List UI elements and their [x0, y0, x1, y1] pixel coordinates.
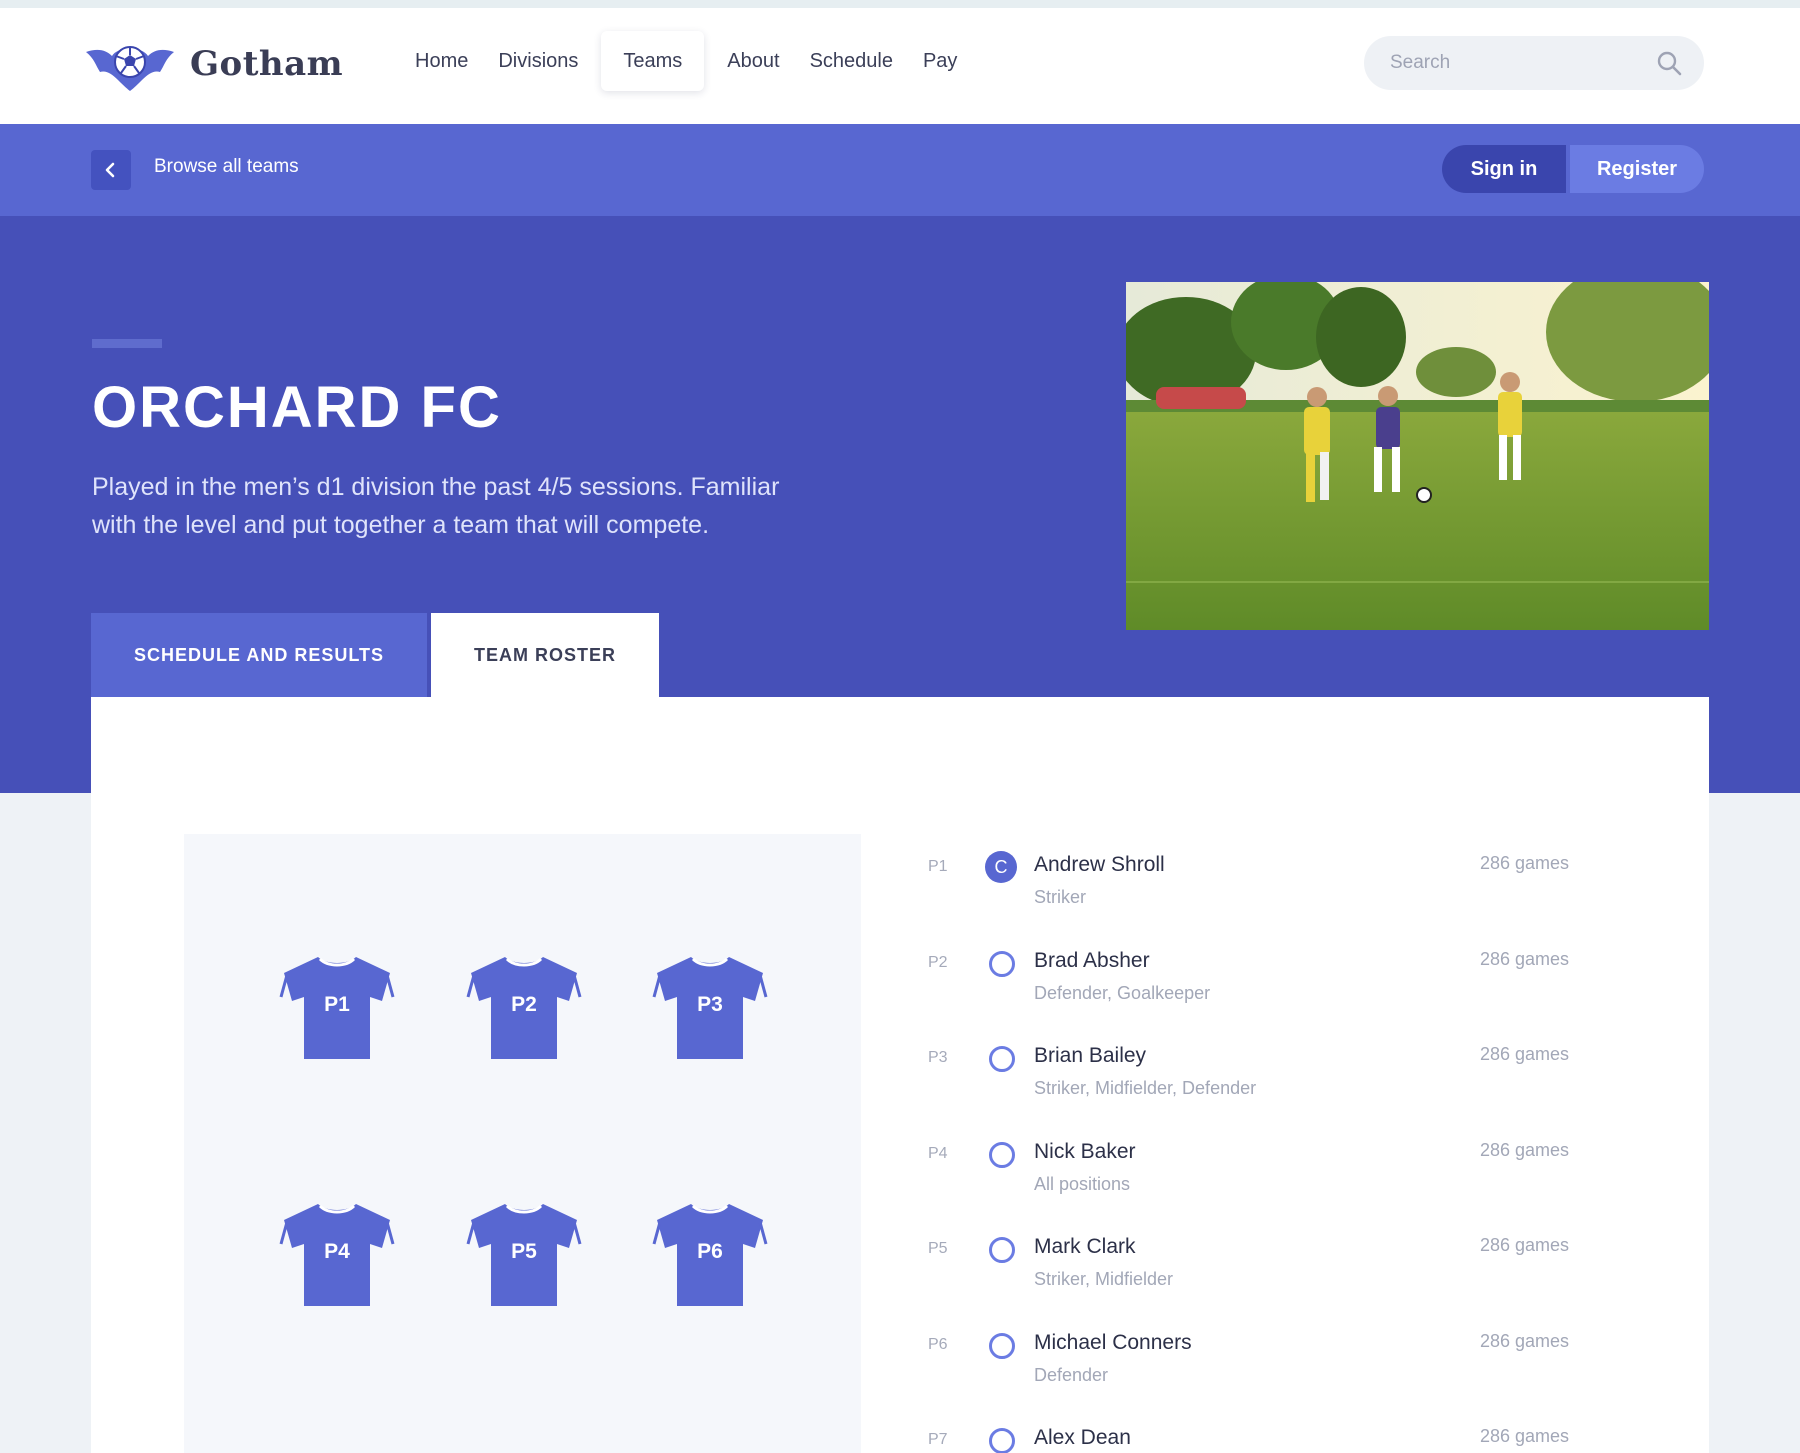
- roster-row[interactable]: P3 Brian Bailey Striker, Midfielder, Def…: [928, 1042, 1668, 1138]
- search-input[interactable]: [1390, 36, 1650, 90]
- title-accent-bar: [92, 339, 162, 348]
- player-name[interactable]: Nick Baker: [1034, 1140, 1136, 1164]
- roster-slot: P2: [928, 953, 948, 971]
- roster-row[interactable]: P6 Michael Conners Defender 286 games: [928, 1329, 1668, 1425]
- jersey-label: P2: [511, 993, 537, 1016]
- brand-logo[interactable]: Gotham: [84, 34, 343, 94]
- roster-slot: P6: [928, 1335, 948, 1353]
- main-nav: Home Divisions Teams About Schedule Pay: [400, 30, 972, 92]
- player-status-ring-icon: [989, 1428, 1015, 1453]
- jersey-p5[interactable]: P5: [465, 1202, 583, 1306]
- team-subbar: Browse all teams Sign in Register: [0, 124, 1800, 216]
- browse-all-teams-link[interactable]: Browse all teams: [154, 156, 299, 178]
- captain-badge: C: [985, 851, 1017, 883]
- search-box: [1364, 36, 1704, 90]
- sign-in-button[interactable]: Sign in: [1442, 145, 1566, 193]
- lineup-field: P1 P2 P3 P4 P5 P6: [184, 834, 861, 1453]
- roster-row[interactable]: P4 Nick Baker All positions 286 games: [928, 1138, 1668, 1234]
- player-positions: All positions: [1034, 1173, 1131, 1194]
- roster-row[interactable]: P1 C Andrew Shroll Striker 286 games: [928, 851, 1668, 947]
- player-positions: Striker, Midfielder: [1034, 1269, 1174, 1289]
- player-positions: Defender: [1034, 1364, 1109, 1385]
- nav-item-about[interactable]: About: [712, 31, 794, 91]
- jersey-label: P1: [324, 993, 350, 1016]
- roster-slot: P5: [928, 1240, 948, 1257]
- games-count: 286 games: [1480, 1139, 1570, 1160]
- player-name[interactable]: Mark Clark: [1034, 1235, 1136, 1259]
- player-name[interactable]: Alex Dean: [1034, 1426, 1131, 1450]
- roster-slot: P3: [928, 1049, 948, 1066]
- team-description: Played in the men’s d1 division the past…: [92, 473, 780, 539]
- roster-slot: P4: [928, 1144, 948, 1162]
- roster-row[interactable]: P2 Brad Absher Defender, Goalkeeper 286 …: [928, 947, 1668, 1043]
- team-photo: [1126, 282, 1709, 630]
- nav-item-home[interactable]: Home: [400, 31, 483, 91]
- nav-item-teams[interactable]: Teams: [601, 31, 705, 91]
- jersey-label: P4: [324, 1240, 350, 1263]
- games-count: 286 games: [1480, 1426, 1570, 1446]
- nav-item-pay[interactable]: Pay: [908, 31, 972, 91]
- player-name[interactable]: Brad Absher: [1034, 949, 1150, 973]
- search-icon[interactable]: [1656, 50, 1682, 76]
- player-status-ring-icon: [989, 1332, 1015, 1359]
- games-count: 286 games: [1480, 948, 1570, 969]
- chevron-left-icon: [105, 162, 115, 178]
- roster-slot: P1: [928, 858, 948, 875]
- jersey-p6[interactable]: P6: [651, 1202, 769, 1306]
- team-tabs: SCHEDULE AND RESULTS TEAM ROSTER: [91, 613, 659, 697]
- roster-panel: P1 P2 P3 P4 P5 P6 P1 C Andrew Shroll Str…: [91, 697, 1709, 1453]
- player-status-ring-icon: [989, 1046, 1015, 1072]
- jersey-p2[interactable]: P2: [465, 955, 583, 1059]
- nav-item-divisions[interactable]: Divisions: [483, 31, 593, 91]
- nav-item-schedule[interactable]: Schedule: [795, 31, 908, 91]
- games-count: 286 games: [1480, 853, 1570, 873]
- register-button[interactable]: Register: [1570, 145, 1704, 193]
- back-button[interactable]: [91, 150, 131, 190]
- games-count: 286 games: [1480, 1235, 1570, 1255]
- jersey-label: P3: [697, 993, 723, 1016]
- jersey-p3[interactable]: P3: [651, 955, 769, 1059]
- player-name[interactable]: Andrew Shroll: [1034, 853, 1165, 877]
- auth-buttons: Sign in Register: [1442, 145, 1704, 193]
- roster-slot: P7: [928, 1431, 948, 1448]
- jersey-p4[interactable]: P4: [278, 1202, 396, 1306]
- team-title: ORCHARD FC: [92, 375, 502, 440]
- jersey-p1[interactable]: P1: [278, 955, 396, 1059]
- jersey-label: P5: [511, 1240, 537, 1263]
- top-strip: [0, 0, 1800, 8]
- tab-team-roster[interactable]: TEAM ROSTER: [431, 613, 659, 697]
- player-name[interactable]: Michael Conners: [1034, 1331, 1192, 1355]
- brand-name: Gotham: [190, 44, 344, 84]
- bat-soccer-ball-icon: [86, 46, 174, 91]
- roster-row[interactable]: P7 Alex Dean 286 games: [928, 1424, 1668, 1453]
- top-navbar: Gotham Home Divisions Teams About Schedu…: [0, 8, 1800, 124]
- player-positions: Striker: [1034, 887, 1087, 907]
- player-positions: Striker, Midfielder, Defender: [1034, 1078, 1257, 1098]
- games-count: 286 games: [1480, 1330, 1570, 1351]
- games-count: 286 games: [1480, 1044, 1570, 1064]
- player-status-ring-icon: [989, 1141, 1015, 1168]
- player-status-ring-icon: [989, 950, 1015, 977]
- roster-list: P1 C Andrew Shroll Striker 286 games P2 …: [928, 851, 1668, 1453]
- jersey-label: P6: [697, 1240, 723, 1263]
- player-status-ring-icon: [989, 1237, 1015, 1263]
- player-name[interactable]: Brian Bailey: [1034, 1044, 1146, 1068]
- roster-row[interactable]: P5 Mark Clark Striker, Midfielder 286 ga…: [928, 1233, 1668, 1329]
- tab-schedule-and-results[interactable]: SCHEDULE AND RESULTS: [91, 613, 427, 697]
- player-positions: Defender, Goalkeeper: [1034, 982, 1211, 1003]
